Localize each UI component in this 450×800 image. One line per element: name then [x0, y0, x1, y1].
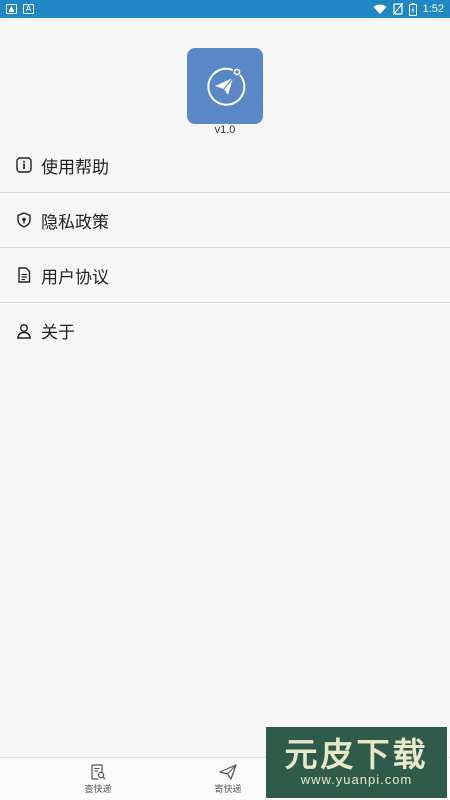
nav-label: 寄快递: [214, 784, 242, 795]
image-icon: ▲: [6, 4, 17, 14]
status-left: ▲ A: [6, 4, 34, 14]
nav-label: 查快递: [84, 784, 112, 795]
status-time: 1:52: [422, 3, 444, 15]
app-logo: [187, 48, 263, 124]
info-icon: [16, 157, 32, 173]
menu-item-help[interactable]: 使用帮助: [0, 138, 450, 193]
shield-icon: [16, 212, 32, 228]
watermark-overlay: 元皮下载 www.yuanpi.com: [266, 727, 447, 798]
menu-item-about[interactable]: 关于: [0, 303, 450, 358]
app-version: v1.0: [214, 124, 236, 136]
document-icon: [16, 267, 32, 283]
menu-item-user-agreement[interactable]: 用户协议: [0, 248, 450, 303]
nav-query-express[interactable]: 查快递: [33, 758, 163, 800]
menu-item-label: 隐私政策: [41, 212, 109, 233]
watermark-url: www.yuanpi.com: [300, 772, 413, 787]
menu-item-privacy-policy[interactable]: 隐私政策: [0, 193, 450, 248]
menu-item-label: 使用帮助: [41, 157, 109, 178]
search-document-icon: [91, 763, 106, 780]
settings-menu: 使用帮助 隐私政策 用户协议 关于: [0, 138, 450, 358]
no-sim-icon: [392, 3, 403, 15]
wifi-icon: [373, 4, 387, 14]
a-icon: A: [23, 4, 34, 14]
status-right: 1:52: [373, 2, 444, 16]
person-icon: [16, 323, 32, 339]
paper-plane-icon: [207, 67, 246, 106]
send-icon: [219, 763, 237, 780]
status-bar: ▲ A 1:52: [0, 0, 450, 18]
menu-item-label: 用户协议: [41, 267, 109, 288]
battery-icon: [408, 2, 417, 16]
menu-item-label: 关于: [41, 323, 75, 343]
watermark-title: 元皮下载: [284, 735, 429, 774]
